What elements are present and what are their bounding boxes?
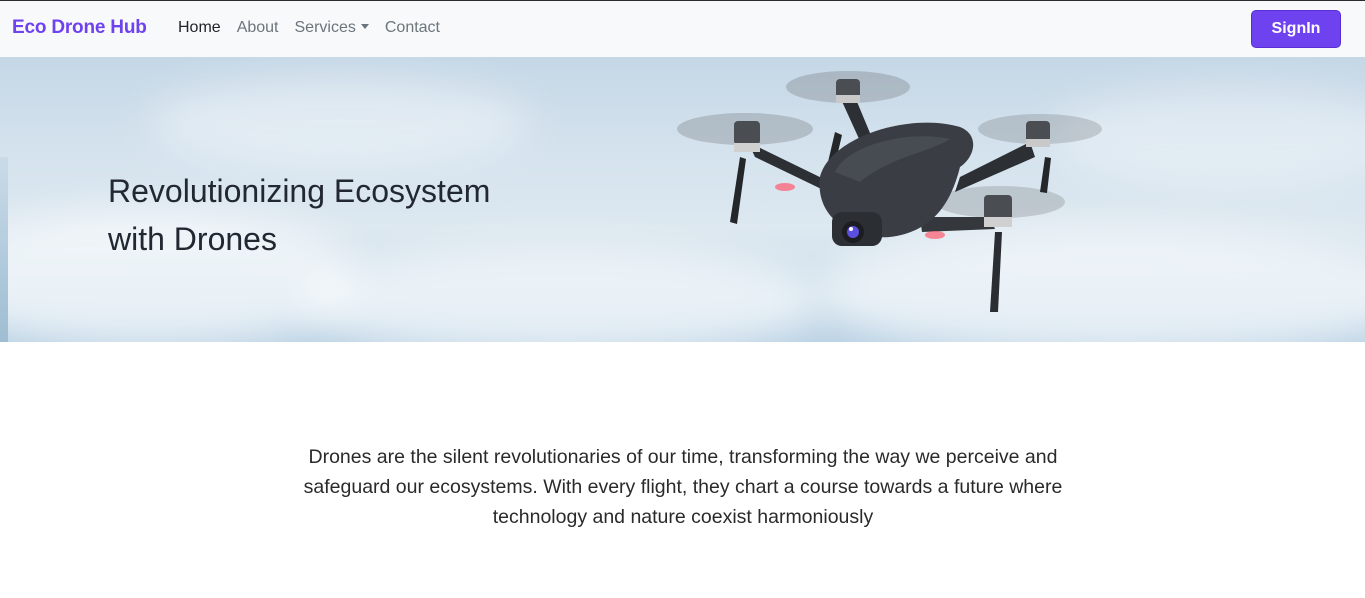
nav-link-contact[interactable]: Contact <box>385 19 440 37</box>
hero-banner: Revolutionizing Ecosystem with Drones <box>0 57 1365 342</box>
nav-links: Home About Services Contact <box>178 19 440 37</box>
hero-cloud <box>150 77 530 167</box>
navbar: Eco Drone Hub Home About Services Contac… <box>0 1 1365 57</box>
nav-link-home[interactable]: Home <box>178 19 221 37</box>
drone-image <box>677 71 1102 312</box>
hero-title: Revolutionizing Ecosystem with Drones <box>108 167 568 263</box>
signin-button[interactable]: SignIn <box>1251 10 1341 48</box>
nav-link-services[interactable]: Services <box>295 19 369 37</box>
nav-link-about[interactable]: About <box>237 19 279 37</box>
nav-link-services-label: Services <box>294 19 356 36</box>
hero-title-line1: Revolutionizing Ecosystem <box>108 173 491 209</box>
intro-description: Drones are the silent revolutionaries of… <box>303 446 1063 528</box>
hero-title-line2: with Drones <box>108 221 277 257</box>
brand-logo[interactable]: Eco Drone Hub <box>12 17 147 39</box>
hero-edge-strip <box>0 157 8 342</box>
chevron-down-icon <box>360 24 369 29</box>
